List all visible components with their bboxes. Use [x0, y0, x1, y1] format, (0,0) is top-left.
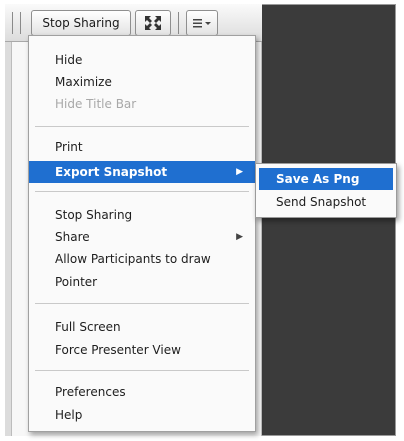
hamburger-menu-icon	[193, 19, 211, 28]
menu-separator	[35, 370, 249, 371]
menu-item-preferences[interactable]: Preferences	[29, 381, 255, 403]
toolbar-separator	[20, 12, 21, 34]
menu-item-export-snapshot[interactable]: Export Snapshot ▶	[29, 161, 255, 183]
toolbar-separator	[12, 12, 13, 34]
stop-sharing-label: Stop Sharing	[42, 16, 120, 30]
menu-item-print[interactable]: Print	[29, 136, 255, 158]
pod-options-menu-button[interactable]	[186, 10, 218, 36]
fullscreen-button[interactable]	[135, 10, 171, 36]
menu-item-force-presenter-view[interactable]: Force Presenter View	[29, 339, 255, 361]
submenu-item-send-snapshot[interactable]: Send Snapshot	[259, 191, 393, 213]
menu-item-maximize[interactable]: Maximize	[29, 71, 255, 93]
submenu-arrow-icon: ▶	[236, 232, 243, 242]
pod-options-menu: Hide Maximize Hide Title Bar Print Expor…	[28, 35, 256, 432]
pod-left-edge	[5, 42, 12, 436]
menu-item-hide[interactable]: Hide	[29, 49, 255, 71]
menu-separator	[35, 126, 249, 127]
menu-item-full-screen[interactable]: Full Screen	[29, 316, 255, 338]
export-snapshot-submenu: Save As Png Send Snapshot	[255, 163, 397, 218]
toolbar-separator	[178, 12, 179, 34]
expand-arrows-icon	[145, 16, 161, 30]
menu-item-allow-participants-to-draw[interactable]: Allow Participants to draw	[29, 248, 255, 270]
menu-separator	[35, 303, 249, 304]
menu-item-help[interactable]: Help	[29, 404, 255, 426]
menu-item-stop-sharing[interactable]: Stop Sharing	[29, 204, 255, 226]
menu-item-pointer[interactable]: Pointer	[29, 271, 255, 293]
menu-item-hide-title-bar: Hide Title Bar	[55, 97, 137, 111]
stop-sharing-button[interactable]: Stop Sharing	[31, 10, 131, 36]
submenu-item-save-as-png[interactable]: Save As Png	[259, 168, 393, 190]
menu-item-share[interactable]: Share ▶	[29, 226, 255, 248]
submenu-arrow-icon: ▶	[236, 167, 243, 177]
menu-separator	[35, 191, 249, 192]
